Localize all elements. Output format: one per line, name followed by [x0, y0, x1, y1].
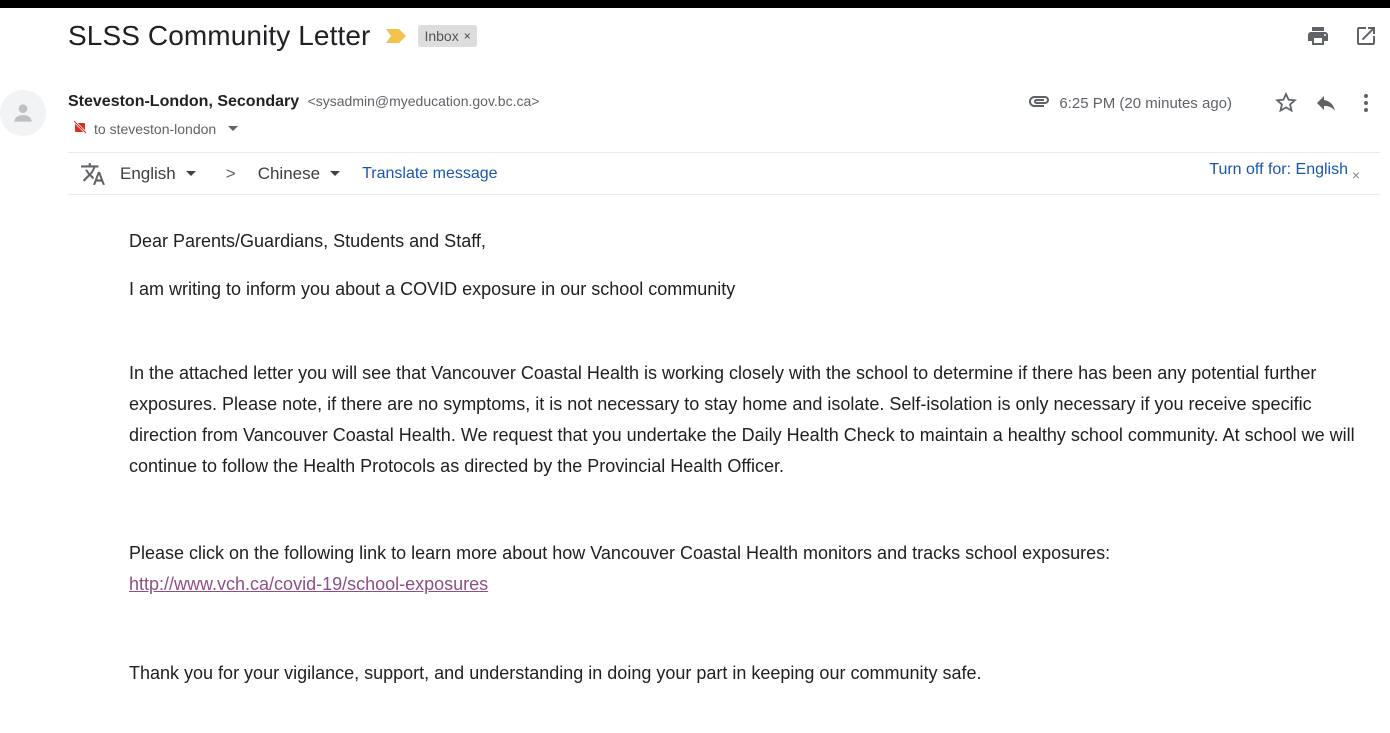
closing-paragraph: Thank you for your vigilance, support, a…: [129, 663, 982, 683]
print-icon[interactable]: [1306, 24, 1330, 48]
reply-icon[interactable]: [1314, 91, 1338, 115]
source-language-dropdown[interactable]: English: [120, 164, 196, 184]
sender-avatar[interactable]: [0, 90, 46, 136]
target-language-label: Chinese: [257, 163, 321, 183]
translate-arrow-icon: >: [225, 163, 236, 183]
inbox-label-chip: Inbox ×: [418, 25, 477, 47]
dropdown-caret-icon: [330, 171, 341, 176]
message-meta: 6:25 PM (20 minutes ago): [1027, 90, 1378, 116]
details-paragraph: In the attached letter you will see that…: [129, 363, 1355, 476]
source-language-label: English: [120, 163, 176, 183]
target-language-dropdown[interactable]: Chinese: [257, 163, 341, 184]
vch-school-exposures-link[interactable]: http://www.vch.ca/covid-19/school-exposu…: [129, 574, 488, 594]
inbox-label-text: Inbox: [424, 28, 459, 44]
translate-bar: English > Chinese Translate message Turn…: [68, 152, 1380, 195]
recipient-text: to steveston-london: [94, 120, 217, 137]
importance-marker-icon[interactable]: [386, 29, 407, 43]
translate-icon: [80, 161, 106, 187]
greeting: Dear Parents/Guardians, Students and Sta…: [129, 231, 486, 251]
link-paragraph-text: Please click on the following link to le…: [129, 543, 1111, 563]
attachment-icon: [1027, 89, 1051, 118]
intro-paragraph: I am writing to inform you about a COVID…: [129, 279, 736, 299]
remove-label-icon[interactable]: ×: [464, 29, 471, 43]
message-timestamp: 6:25 PM (20 minutes ago): [1059, 94, 1232, 112]
subject-row: SLSS Community Letter Inbox ×: [68, 18, 477, 54]
translate-message-link[interactable]: Translate message: [362, 165, 497, 183]
close-translate-bar-icon[interactable]: ×: [1352, 167, 1360, 183]
top-black-bar: [0, 0, 1390, 8]
email-subject: SLSS Community Letter: [68, 20, 371, 51]
sender-email: <sysadmin@myeducation.gov.bc.ca>: [307, 93, 540, 109]
turn-off-translation-link[interactable]: Turn off for: English: [1209, 161, 1348, 179]
recipient-line: to steveston-london: [72, 119, 239, 138]
link-paragraph: Please click on the following link to le…: [129, 538, 1129, 600]
open-in-new-window-icon[interactable]: [1354, 24, 1378, 48]
star-icon[interactable]: [1274, 91, 1298, 115]
top-actions: [1306, 24, 1378, 48]
sender-line: Steveston-London, Secondary <sysadmin@my…: [68, 93, 539, 111]
no-mail-icon: [72, 119, 88, 138]
more-vert-icon[interactable]: [1354, 91, 1378, 115]
show-details-chevron-icon[interactable]: [228, 126, 239, 131]
sender-name[interactable]: Steveston-London, Secondary: [68, 93, 299, 110]
dropdown-caret-icon: [185, 171, 196, 176]
